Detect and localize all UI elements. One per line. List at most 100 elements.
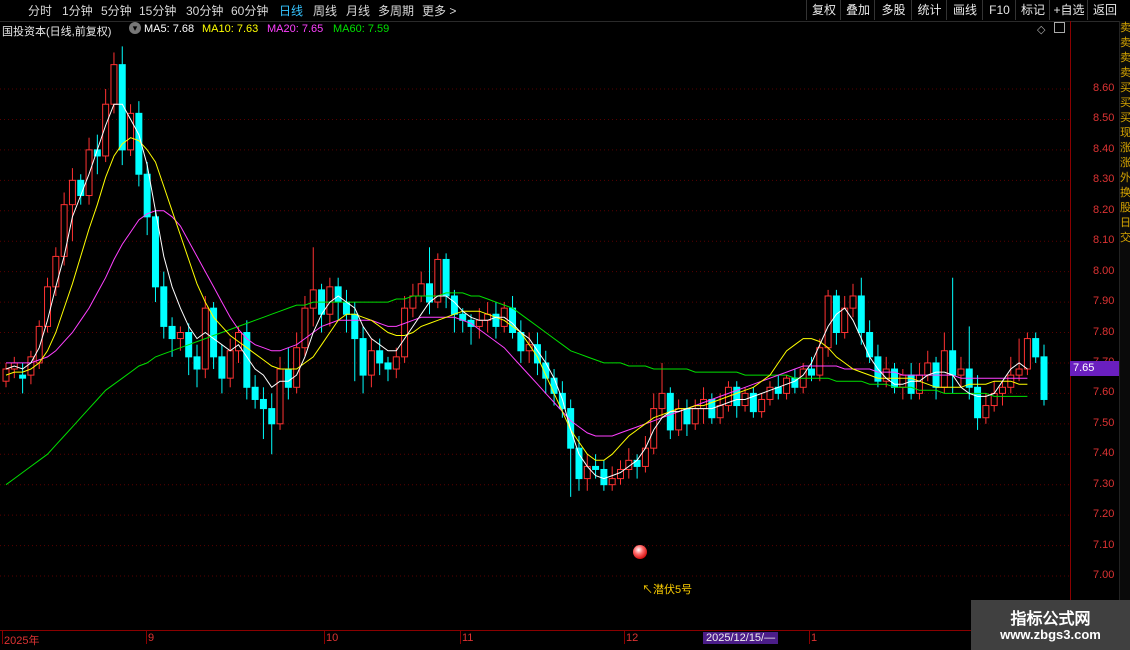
candle (259, 387, 267, 440)
candle-body (77, 179, 85, 197)
date-tick (2, 631, 3, 644)
candle-body (824, 295, 832, 349)
candle-body (982, 405, 990, 419)
period-tab[interactable]: 日线 (279, 2, 303, 19)
side-panel-label: 买 (1120, 82, 1130, 94)
price-tick-label: 8.10 (1093, 234, 1115, 247)
candle (509, 295, 517, 339)
period-tab[interactable]: 多周期 (378, 2, 414, 19)
price-tick-label: 7.10 (1093, 538, 1115, 551)
candle-body (1023, 338, 1031, 370)
price-tick-label: 8.20 (1093, 203, 1115, 216)
candle-body (19, 374, 27, 379)
side-panel-label: 日 (1120, 217, 1130, 229)
candle (85, 137, 93, 205)
indicator-dropdown-icon[interactable]: ▾ (129, 22, 141, 34)
price-tick-label: 7.00 (1093, 569, 1115, 581)
candle (401, 295, 409, 363)
candle (127, 104, 135, 156)
toolbar-button[interactable]: 多股 (874, 0, 912, 20)
candle-body (334, 286, 342, 303)
candle (392, 347, 400, 379)
candle (608, 466, 616, 491)
candle-body (35, 325, 43, 364)
candle-body (940, 350, 948, 388)
candle (2, 362, 10, 388)
signal-label: ↖潜伏5号 (642, 584, 693, 596)
candlestick-chart[interactable] (0, 37, 1070, 630)
date-tick-label: 2025年 (4, 635, 40, 647)
candle-body (351, 313, 359, 340)
candle (35, 320, 43, 370)
side-panel-label: 卖 (1120, 52, 1130, 64)
period-tab[interactable]: 5分钟 (101, 2, 132, 19)
candle-body (259, 398, 267, 410)
candle-body (284, 368, 292, 388)
candle (965, 326, 973, 400)
price-tick-label: 8.50 (1093, 112, 1115, 125)
candle-body (658, 392, 666, 410)
toolbar-button[interactable]: 标记 (1015, 0, 1050, 20)
toolbar-button[interactable]: +自选 (1049, 0, 1088, 20)
candle-body (1032, 338, 1040, 358)
candle (475, 308, 483, 339)
candle (940, 332, 948, 394)
candle (675, 399, 683, 436)
candle-body (509, 307, 517, 333)
date-tick (624, 631, 625, 644)
period-tab[interactable]: 60分钟 (231, 2, 268, 19)
candle-body (2, 368, 10, 382)
candle (783, 375, 791, 400)
period-tab[interactable]: 15分钟 (139, 2, 176, 19)
candle-body (924, 362, 932, 376)
toolbar-button[interactable]: 叠加 (840, 0, 875, 20)
candle (143, 162, 151, 236)
date-tick-label: 12 (626, 632, 639, 644)
candle (10, 356, 18, 379)
candle-body (550, 377, 558, 394)
candle (517, 320, 525, 363)
signal-marker-icon[interactable] (633, 545, 647, 559)
top-toolbar: 分时 1分钟 5分钟 15分钟 30分钟 60分钟 日线 周线 月线 多周期 更多 > 复权 叠加 多股… (0, 0, 1130, 22)
period-tab[interactable]: 1分钟 (62, 2, 93, 19)
candle-body (168, 325, 176, 340)
price-tick-label: 7.20 (1093, 508, 1115, 521)
candle-body (716, 405, 724, 419)
ma20-line (6, 210, 1028, 437)
ma5-value: MA5: 7.68 (144, 23, 195, 35)
candle (484, 302, 492, 333)
date-axis: 2025/12/15/— 2025年 9 10 11 12 1 (0, 630, 1070, 647)
candle (807, 356, 815, 382)
candle (284, 347, 292, 400)
toolbar-button[interactable]: 统计 (911, 0, 947, 20)
period-tab[interactable]: 周线 (313, 2, 337, 19)
toolbar-button[interactable]: 复权 (806, 0, 841, 20)
candle-body (998, 386, 1006, 394)
ma60-value: MA60: 7.59 (333, 23, 390, 35)
candle-body (849, 295, 857, 309)
toolbar-button[interactable]: F10 (982, 0, 1016, 20)
period-tab[interactable]: 月线 (346, 2, 370, 19)
panel-toggle-icon[interactable] (1054, 22, 1065, 33)
candle-body (949, 350, 957, 376)
toolbar-button[interactable]: 画线 (946, 0, 983, 20)
price-tick-label: 8.00 (1093, 264, 1115, 277)
selected-date-label: 2025/12/15/— (703, 632, 779, 644)
period-tab[interactable]: 分时 (28, 2, 52, 19)
candle (251, 375, 259, 409)
period-tab[interactable]: 30分钟 (186, 2, 223, 19)
candle (417, 271, 425, 303)
candle-body (392, 356, 400, 370)
ma10-value: MA10: 7.63 (202, 23, 259, 35)
candle-body (276, 368, 284, 425)
candle (625, 448, 633, 479)
side-panel-label: 现 (1120, 127, 1130, 139)
toolbar-button[interactable]: 返回 (1087, 0, 1122, 20)
candle (467, 314, 475, 345)
date-tick-label: 11 (462, 632, 474, 644)
diamond-icon[interactable]: ◇ (1037, 23, 1045, 36)
candle (841, 295, 849, 339)
period-tab[interactable]: 更多 > (422, 2, 456, 19)
date-tick (324, 631, 325, 644)
candle-body (592, 465, 600, 470)
